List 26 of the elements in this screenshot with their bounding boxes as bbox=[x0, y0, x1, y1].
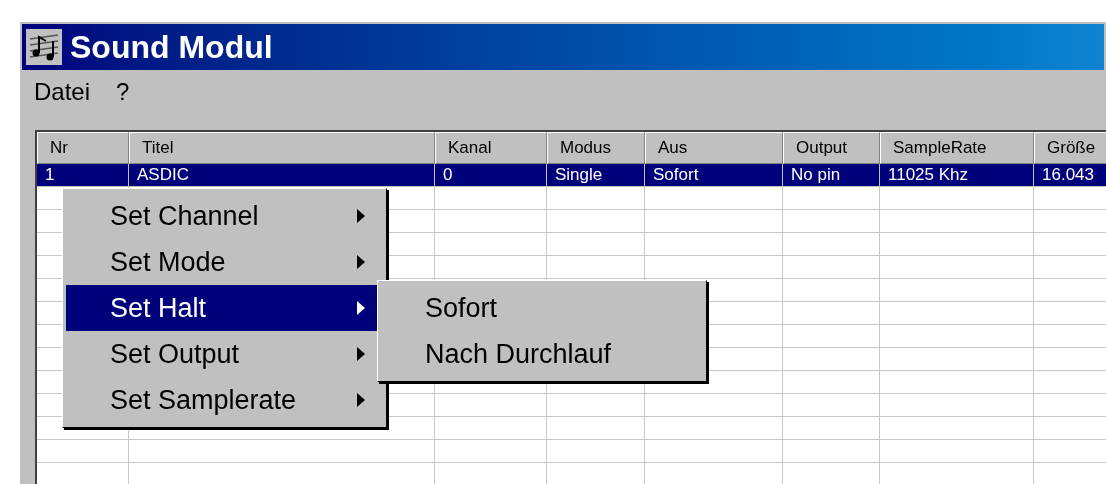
menu-item[interactable]: Nach Durchlauf bbox=[381, 331, 703, 377]
menu-item[interactable]: Set Mode bbox=[66, 239, 383, 285]
table-cell: No pin bbox=[783, 164, 880, 187]
menu-item[interactable]: Sofort bbox=[381, 285, 703, 331]
window-title: Sound Modul bbox=[70, 31, 273, 63]
column-header[interactable]: SampleRate bbox=[880, 132, 1034, 164]
table-cell: ASDIC bbox=[129, 164, 435, 187]
column-header[interactable]: Output bbox=[783, 132, 880, 164]
menu-item[interactable]: Datei bbox=[34, 74, 91, 110]
column-header[interactable]: Größe bbox=[1034, 132, 1106, 164]
column-header[interactable]: Nr bbox=[37, 132, 129, 164]
table-cell: Single bbox=[547, 164, 645, 187]
table-cell: Sofort bbox=[645, 164, 783, 187]
menu-item[interactable]: Set Channel bbox=[66, 193, 383, 239]
table-cell: 16.043 bbox=[1034, 164, 1106, 187]
column-header[interactable]: Aus bbox=[645, 132, 783, 164]
column-header[interactable]: Modus bbox=[547, 132, 645, 164]
menu-item[interactable]: ? bbox=[116, 74, 130, 110]
table-cell: 0 bbox=[435, 164, 547, 187]
menu-item[interactable]: Set Samplerate bbox=[66, 377, 383, 423]
table-cell: 1 bbox=[37, 164, 129, 187]
table-cell: 11025 Khz bbox=[880, 164, 1034, 187]
column-header[interactable]: Kanal bbox=[435, 132, 547, 164]
table-row[interactable]: 1 ASDIC 0 Single Sofort No pin 11025 Khz 16.043 bbox=[37, 164, 1106, 187]
music-notes-icon bbox=[26, 29, 62, 65]
column-header[interactable]: Titel bbox=[129, 132, 435, 164]
